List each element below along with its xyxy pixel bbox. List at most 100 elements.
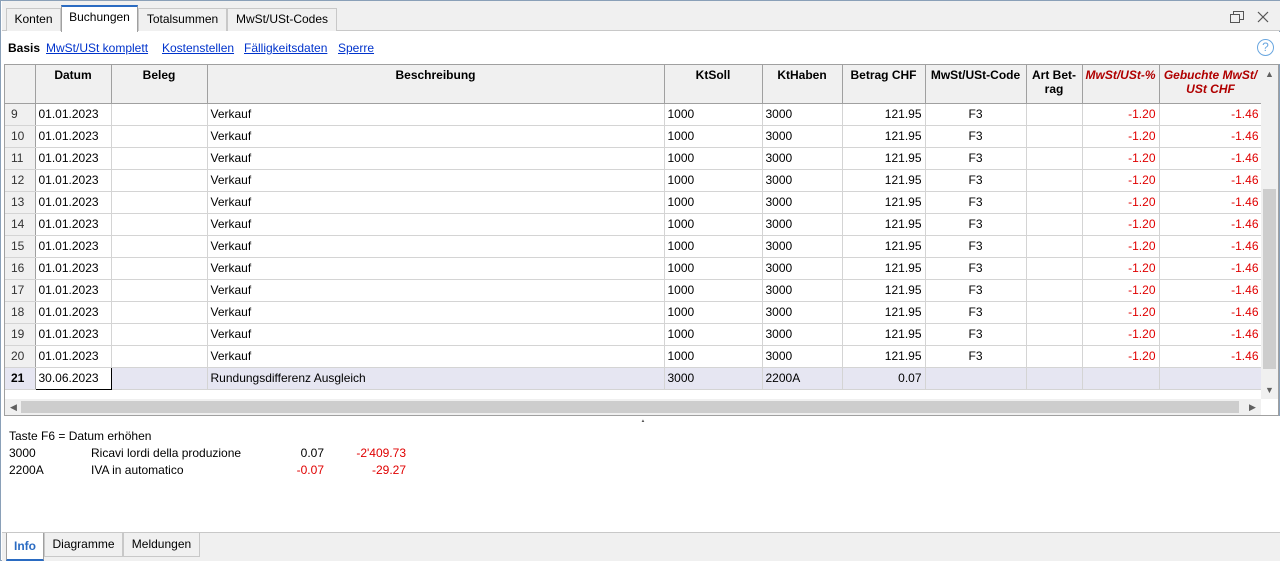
cell-mwst-code[interactable]: F3: [925, 169, 1027, 192]
cell-kthaben[interactable]: 3000: [762, 103, 843, 126]
table-row[interactable]: 9 01.01.2023 Verkauf 1000 3000 121.95 F3 -1.20-…: [5, 103, 1263, 126]
tab-diagramme[interactable]: Diagramme: [44, 533, 123, 557]
scroll-up-arrow[interactable]: ▲: [1261, 69, 1278, 79]
cell-mwst-pct[interactable]: -1.20: [1082, 301, 1160, 324]
table-row[interactable]: 15 01.01.2023 Verkauf 1000 3000 121.95 F3 -1.20…: [5, 235, 1263, 258]
cell-beschreibung[interactable]: Verkauf: [207, 169, 665, 192]
table-row[interactable]: 16 01.01.2023 Verkauf 1000 3000 121.95 F3 -1.20…: [5, 257, 1263, 280]
row-number[interactable]: 17: [5, 279, 36, 302]
cell-beschreibung[interactable]: Verkauf: [207, 345, 665, 368]
scroll-left-arrow[interactable]: ◀: [5, 402, 22, 413]
cell-betrag[interactable]: 121.95: [842, 279, 926, 302]
view-basis[interactable]: Basis: [8, 41, 40, 55]
cell-mwst-pct[interactable]: -1.20: [1082, 323, 1160, 346]
cell-ktsoll[interactable]: 1000: [664, 301, 763, 324]
horizontal-scroll-thumb[interactable]: [21, 401, 1239, 413]
header-kthaben[interactable]: KtHaben: [762, 65, 843, 104]
cell-mwst-code[interactable]: F3: [925, 235, 1027, 258]
cell-beleg[interactable]: [111, 103, 208, 126]
cell-gebuchte-mwst[interactable]: -1.46: [1159, 191, 1263, 214]
cell-mwst-pct[interactable]: -1.20: [1082, 235, 1160, 258]
cell-kthaben[interactable]: 3000: [762, 323, 843, 346]
row-number[interactable]: 14: [5, 213, 36, 236]
cell-mwst-pct[interactable]: -1.20: [1082, 191, 1160, 214]
cell-gebuchte-mwst[interactable]: -1.46: [1159, 213, 1263, 236]
view-link-sperre[interactable]: Sperre: [338, 41, 374, 55]
cell-gebuchte-mwst[interactable]: [1159, 367, 1263, 390]
cell-beschreibung[interactable]: Verkauf: [207, 279, 665, 302]
cell-kthaben[interactable]: 3000: [762, 235, 843, 258]
cell-betrag[interactable]: 121.95: [842, 213, 926, 236]
cell-gebuchte-mwst[interactable]: -1.46: [1159, 147, 1263, 170]
cell-beschreibung[interactable]: Verkauf: [207, 301, 665, 324]
cell-kthaben[interactable]: 3000: [762, 213, 843, 236]
cell-kthaben[interactable]: 2200A: [762, 367, 843, 390]
cell-betrag[interactable]: 121.95: [842, 301, 926, 324]
cell-ktsoll[interactable]: 1000: [664, 235, 763, 258]
cell-gebuchte-mwst[interactable]: -1.46: [1159, 345, 1263, 368]
cell-beschreibung[interactable]: Verkauf: [207, 103, 665, 126]
cell-kthaben[interactable]: 3000: [762, 147, 843, 170]
cell-kthaben[interactable]: 3000: [762, 279, 843, 302]
table-row[interactable]: 13 01.01.2023 Verkauf 1000 3000 121.95 F3 -1.20…: [5, 191, 1263, 214]
cell-art-betrag[interactable]: [1026, 103, 1083, 126]
cell-mwst-code[interactable]: F3: [925, 301, 1027, 324]
cell-art-betrag[interactable]: [1026, 125, 1083, 148]
row-number[interactable]: 20: [5, 345, 36, 368]
cell-betrag[interactable]: 121.95: [842, 191, 926, 214]
row-number[interactable]: 11: [5, 147, 36, 170]
cell-art-betrag[interactable]: [1026, 279, 1083, 302]
cell-gebuchte-mwst[interactable]: -1.46: [1159, 169, 1263, 192]
cell-art-betrag[interactable]: [1026, 191, 1083, 214]
cell-beschreibung[interactable]: Verkauf: [207, 125, 665, 148]
cell-gebuchte-mwst[interactable]: -1.46: [1159, 257, 1263, 280]
tab-meldungen[interactable]: Meldungen: [123, 533, 200, 557]
cell-beschreibung[interactable]: Rundungsdifferenz Ausgleich: [207, 367, 665, 390]
header-betrag[interactable]: Betrag CHF: [842, 65, 926, 104]
header-art-betrag[interactable]: Art Bet-rag: [1026, 65, 1083, 104]
cell-beleg[interactable]: [111, 235, 208, 258]
cell-ktsoll[interactable]: 1000: [664, 147, 763, 170]
cell-mwst-code[interactable]: F3: [925, 345, 1027, 368]
cell-betrag[interactable]: 121.95: [842, 103, 926, 126]
header-datum[interactable]: Datum: [35, 65, 112, 104]
cell-kthaben[interactable]: 3000: [762, 125, 843, 148]
cell-mwst-pct[interactable]: -1.20: [1082, 147, 1160, 170]
cell-kthaben[interactable]: 3000: [762, 169, 843, 192]
cell-art-betrag[interactable]: [1026, 345, 1083, 368]
vertical-scroll-thumb[interactable]: [1263, 189, 1276, 369]
tab-totalsummen[interactable]: Totalsummen: [138, 8, 227, 31]
cell-ktsoll[interactable]: 1000: [664, 169, 763, 192]
cell-ktsoll[interactable]: 3000: [664, 367, 763, 390]
cell-mwst-code[interactable]: F3: [925, 103, 1027, 126]
cell-betrag[interactable]: 121.95: [842, 147, 926, 170]
cell-datum[interactable]: 01.01.2023: [35, 257, 112, 280]
cell-kthaben[interactable]: 3000: [762, 301, 843, 324]
cell-betrag[interactable]: 121.95: [842, 169, 926, 192]
row-number[interactable]: 15: [5, 235, 36, 258]
row-number[interactable]: 19: [5, 323, 36, 346]
cell-beschreibung[interactable]: Verkauf: [207, 213, 665, 236]
row-number[interactable]: 18: [5, 301, 36, 324]
cell-art-betrag[interactable]: [1026, 367, 1083, 390]
cell-datum[interactable]: 01.01.2023: [35, 279, 112, 302]
cell-mwst-code[interactable]: F3: [925, 279, 1027, 302]
cell-gebuchte-mwst[interactable]: -1.46: [1159, 103, 1263, 126]
cell-beleg[interactable]: [111, 345, 208, 368]
cell-mwst-pct[interactable]: -1.20: [1082, 257, 1160, 280]
row-number[interactable]: 12: [5, 169, 36, 192]
cell-beschreibung[interactable]: Verkauf: [207, 323, 665, 346]
cell-betrag[interactable]: 121.95: [842, 235, 926, 258]
cell-ktsoll[interactable]: 1000: [664, 257, 763, 280]
table-row[interactable]: 17 01.01.2023 Verkauf 1000 3000 121.95 F3 -1.20…: [5, 279, 1263, 302]
header-gebuchte-mwst[interactable]: Gebuchte MwSt/USt CHF: [1159, 65, 1263, 104]
table-row[interactable]: 12 01.01.2023 Verkauf 1000 3000 121.95 F3 -1.20…: [5, 169, 1263, 192]
cell-ktsoll[interactable]: 1000: [664, 103, 763, 126]
cell-datum[interactable]: 01.01.2023: [35, 191, 112, 214]
view-link-mwst-ust-komplett[interactable]: MwSt/USt komplett: [46, 41, 148, 55]
cell-betrag[interactable]: 121.95: [842, 345, 926, 368]
cell-beleg[interactable]: [111, 147, 208, 170]
cell-mwst-pct[interactable]: -1.20: [1082, 103, 1160, 126]
cell-art-betrag[interactable]: [1026, 257, 1083, 280]
cell-beschreibung[interactable]: Verkauf: [207, 191, 665, 214]
